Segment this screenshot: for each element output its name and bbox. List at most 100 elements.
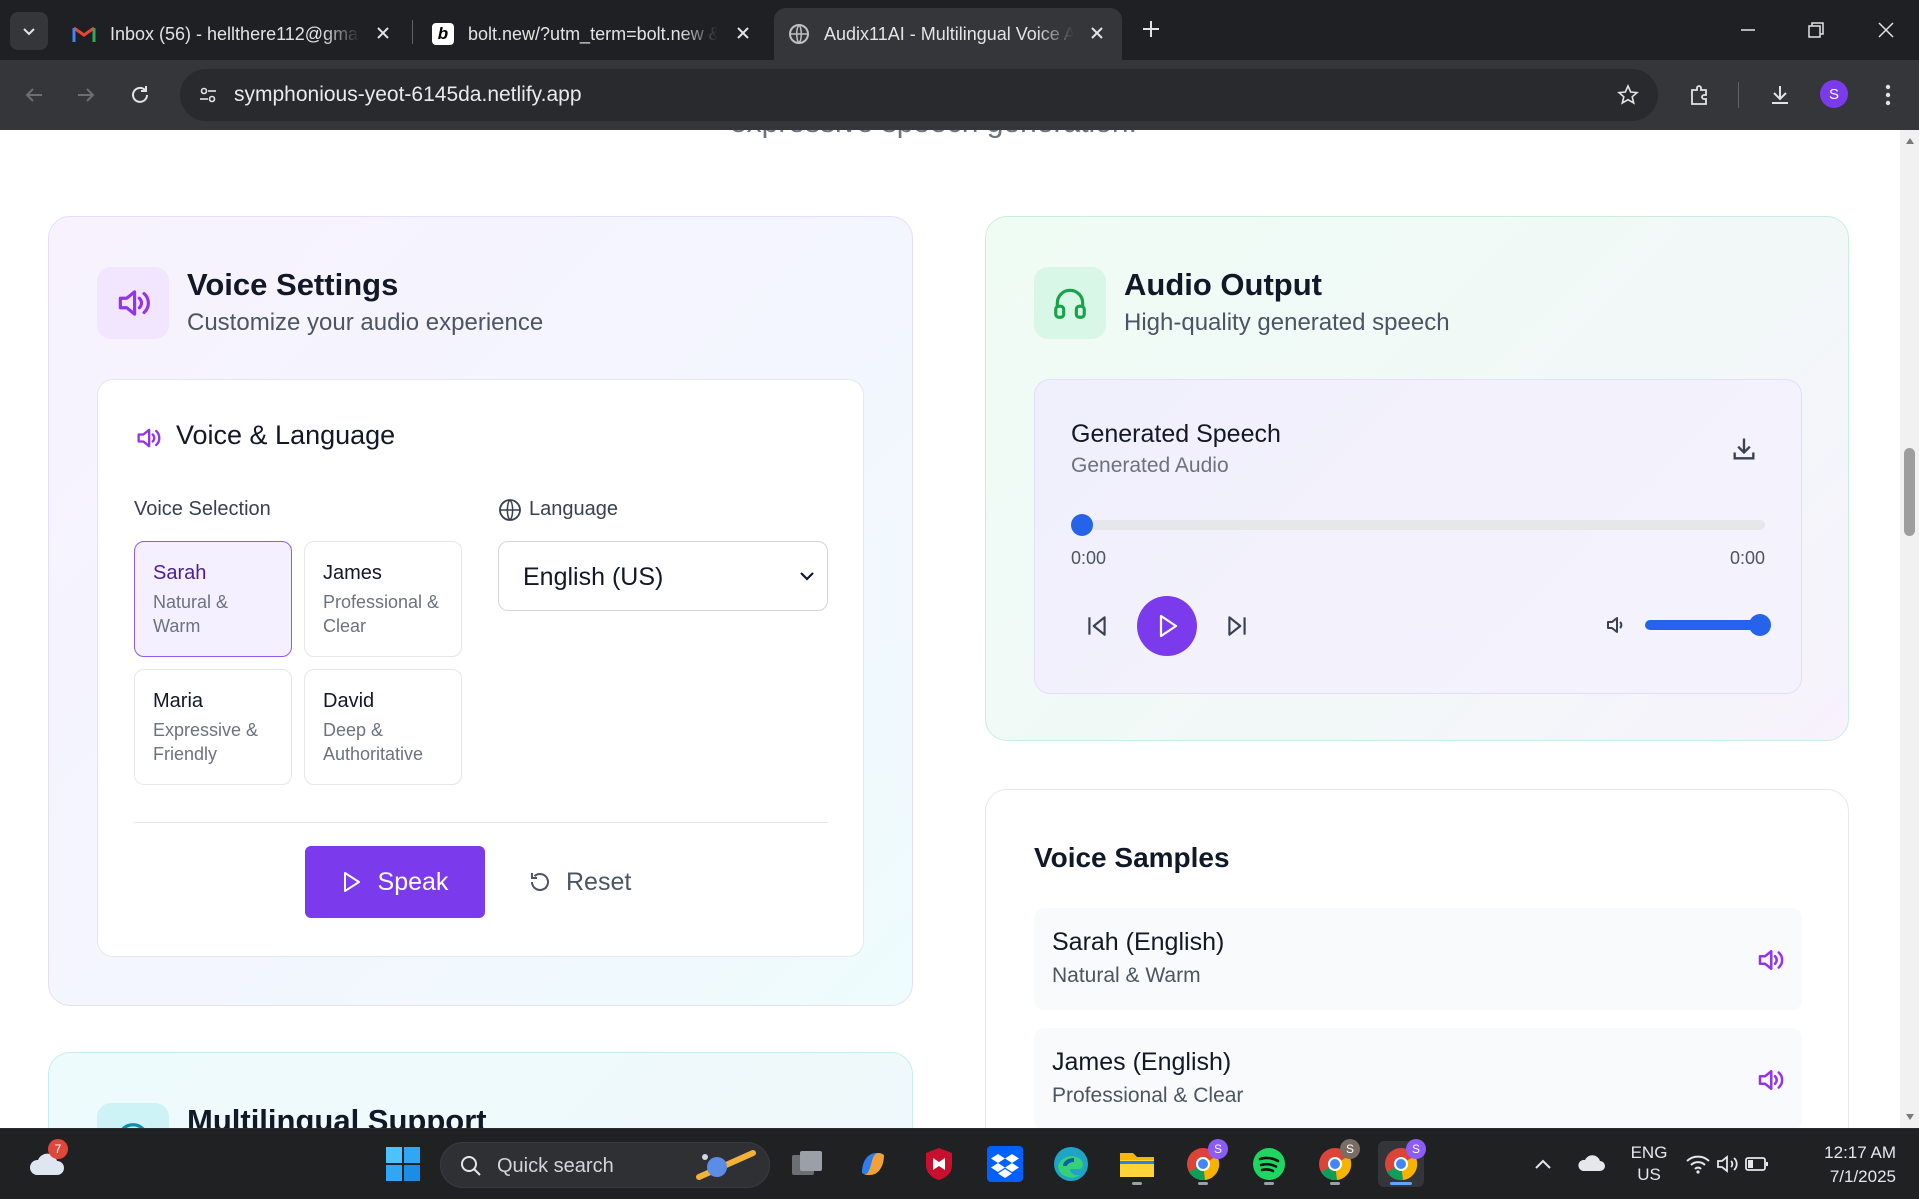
clock[interactable]: 12:17 AM 7/1/2025: [1800, 1143, 1896, 1187]
globe-icon-box: [97, 1103, 169, 1128]
forward-button[interactable]: [68, 77, 104, 113]
weather-widget[interactable]: 7: [24, 1139, 70, 1187]
tab-search-button[interactable]: [10, 12, 48, 50]
speaker-icon: [137, 428, 161, 448]
speaker-icon: [1758, 1070, 1784, 1090]
play-sample-button[interactable]: [1754, 944, 1786, 976]
back-button[interactable]: [16, 77, 52, 113]
voice-option-david[interactable]: David Deep & Authoritative: [304, 669, 462, 785]
close-window-button[interactable]: [1866, 10, 1906, 50]
voice-name: Maria: [153, 690, 204, 712]
arrow-right-icon: [78, 88, 95, 102]
play-pause-button[interactable]: [1137, 596, 1197, 656]
voice-samples-title: Voice Samples: [1034, 842, 1230, 873]
audio-output-subtitle: High-quality generated speech: [1124, 309, 1450, 336]
audio-output-card: Audio Output High-quality generated spee…: [985, 216, 1849, 741]
edge-app[interactable]: [1048, 1141, 1094, 1187]
audio-player: Generated Speech Generated Audio 0:00 0:…: [1034, 379, 1802, 694]
speaker-icon-box: [97, 267, 169, 339]
close-tab-icon[interactable]: [732, 22, 754, 44]
close-tab-icon[interactable]: [372, 22, 394, 44]
volume-button[interactable]: [1603, 612, 1629, 638]
volume-thumb[interactable]: [1749, 614, 1771, 636]
restore-button[interactable]: [1796, 10, 1836, 50]
weather-badge: 7: [48, 1139, 68, 1159]
voice-settings-card: Voice Settings Customize your audio expe…: [48, 216, 913, 1006]
taskbar-search[interactable]: Quick search: [440, 1142, 770, 1188]
tab-audix[interactable]: Audix11AI - Multilingual Voice AI: [774, 8, 1122, 60]
close-icon: [1878, 22, 1894, 38]
spotify-app[interactable]: [1246, 1141, 1292, 1187]
volume-icon: [1607, 617, 1623, 633]
browser-menu-button[interactable]: [1870, 77, 1906, 113]
voice-desc: Professional & Clear: [323, 592, 440, 636]
speak-button[interactable]: Speak: [305, 846, 485, 918]
tray-overflow-button[interactable]: [1520, 1141, 1566, 1187]
chrome-profile-2[interactable]: S: [1312, 1139, 1360, 1187]
voice-desc: Deep & Authoritative: [323, 720, 424, 764]
scroll-up-arrow-icon[interactable]: [1904, 136, 1915, 146]
onedrive-cloud-icon: [1578, 1155, 1605, 1171]
minimize-button[interactable]: [1728, 10, 1768, 50]
speaker-icon: [1758, 950, 1784, 970]
scroll-thumb[interactable]: [1904, 448, 1915, 536]
skip-back-button[interactable]: [1081, 610, 1113, 642]
close-tab-icon[interactable]: [1086, 22, 1108, 44]
running-indicator: [1330, 1182, 1340, 1185]
sample-item-james[interactable]: James (English) Professional & Clear: [1034, 1028, 1802, 1128]
reset-button[interactable]: Reset: [528, 846, 648, 918]
voice-desc: Expressive & Friendly: [153, 720, 259, 764]
skip-back-icon: [1088, 616, 1106, 636]
skip-forward-button[interactable]: [1221, 610, 1253, 642]
voice-option-james[interactable]: James Professional & Clear: [304, 541, 462, 657]
voice-option-sarah[interactable]: Sarah Natural & Warm: [134, 541, 292, 657]
profile-avatar[interactable]: S: [1820, 80, 1848, 108]
search-placeholder: Quick search: [497, 1155, 614, 1177]
copilot-app[interactable]: [850, 1141, 896, 1187]
progress-track[interactable]: [1071, 514, 1765, 536]
voice-option-maria[interactable]: Maria Expressive & Friendly: [134, 669, 292, 785]
file-explorer-app[interactable]: [1114, 1141, 1160, 1187]
tab-title: Audix11AI - Multilingual Voice AI: [824, 23, 1074, 44]
start-button[interactable]: [380, 1141, 426, 1187]
headphones-icon-box: [1034, 267, 1106, 339]
sample-desc: Natural & Warm: [1052, 964, 1201, 987]
restore-icon: [1808, 22, 1824, 38]
voice-settings-title: Voice Settings: [187, 267, 399, 302]
onedrive-button[interactable]: [1568, 1141, 1614, 1187]
sample-item-sarah[interactable]: Sarah (English) Natural & Warm: [1034, 908, 1802, 1010]
dropbox-app[interactable]: [982, 1141, 1028, 1187]
new-tab-button[interactable]: [1136, 14, 1166, 44]
chrome-profile-3-active[interactable]: S: [1378, 1139, 1426, 1187]
kebab-menu-icon: [1885, 84, 1891, 106]
bookmark-star-icon[interactable]: [1614, 81, 1642, 109]
mcafee-shield-icon: [926, 1148, 952, 1180]
tab-gmail[interactable]: Inbox (56) - hellthere112@gmail.com - Gm…: [58, 8, 408, 60]
profile-badge-icon: S: [1406, 1139, 1426, 1159]
spotify-icon: [1253, 1148, 1285, 1180]
site-info-icon[interactable]: [194, 81, 222, 109]
volume-slider[interactable]: [1645, 620, 1765, 630]
reload-button[interactable]: [122, 77, 158, 113]
scroll-down-arrow-icon[interactable]: [1904, 1112, 1915, 1122]
task-view-button[interactable]: [784, 1141, 830, 1187]
page-scrollbar[interactable]: [1900, 130, 1919, 1128]
sample-name: Sarah (English): [1052, 928, 1225, 956]
download-audio-button[interactable]: [1727, 432, 1761, 466]
quick-settings-button[interactable]: [1682, 1141, 1772, 1187]
play-sample-button[interactable]: [1754, 1064, 1786, 1096]
downloads-button[interactable]: [1762, 77, 1798, 113]
player-title: Generated Speech: [1071, 420, 1281, 448]
chrome-profile-1[interactable]: S: [1180, 1139, 1228, 1187]
panel-divider: [134, 822, 828, 823]
reset-icon: [531, 873, 549, 891]
mcafee-app[interactable]: [916, 1141, 962, 1187]
language-indicator[interactable]: ENG US: [1626, 1143, 1672, 1185]
tab-bolt[interactable]: b bolt.new/?utm_term=bolt.new & utm: [418, 8, 768, 60]
progress-thumb[interactable]: [1071, 514, 1093, 536]
extensions-button[interactable]: [1682, 77, 1718, 113]
address-bar[interactable]: symphonious-yeot-6145da.netlify.app: [180, 69, 1658, 121]
chevron-down-icon: [23, 28, 35, 36]
windows-logo-icon: [386, 1147, 420, 1181]
language-select[interactable]: English (US): [498, 541, 828, 611]
